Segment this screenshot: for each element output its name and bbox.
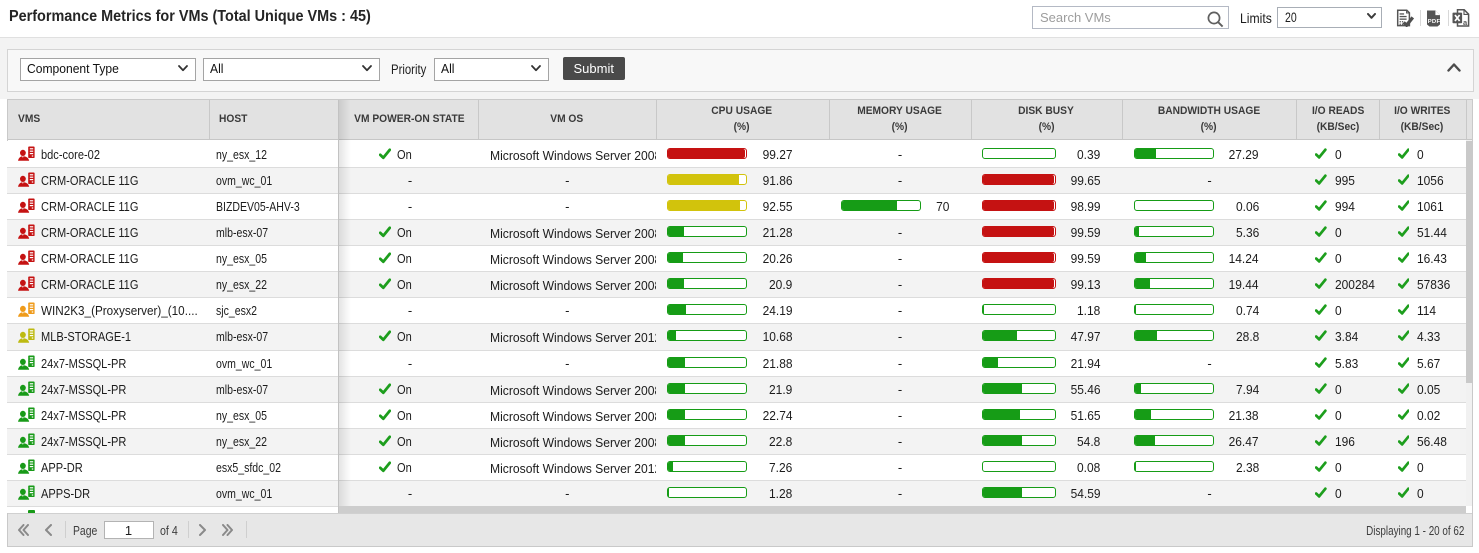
svg-text:PDF: PDF — [1427, 19, 1440, 25]
